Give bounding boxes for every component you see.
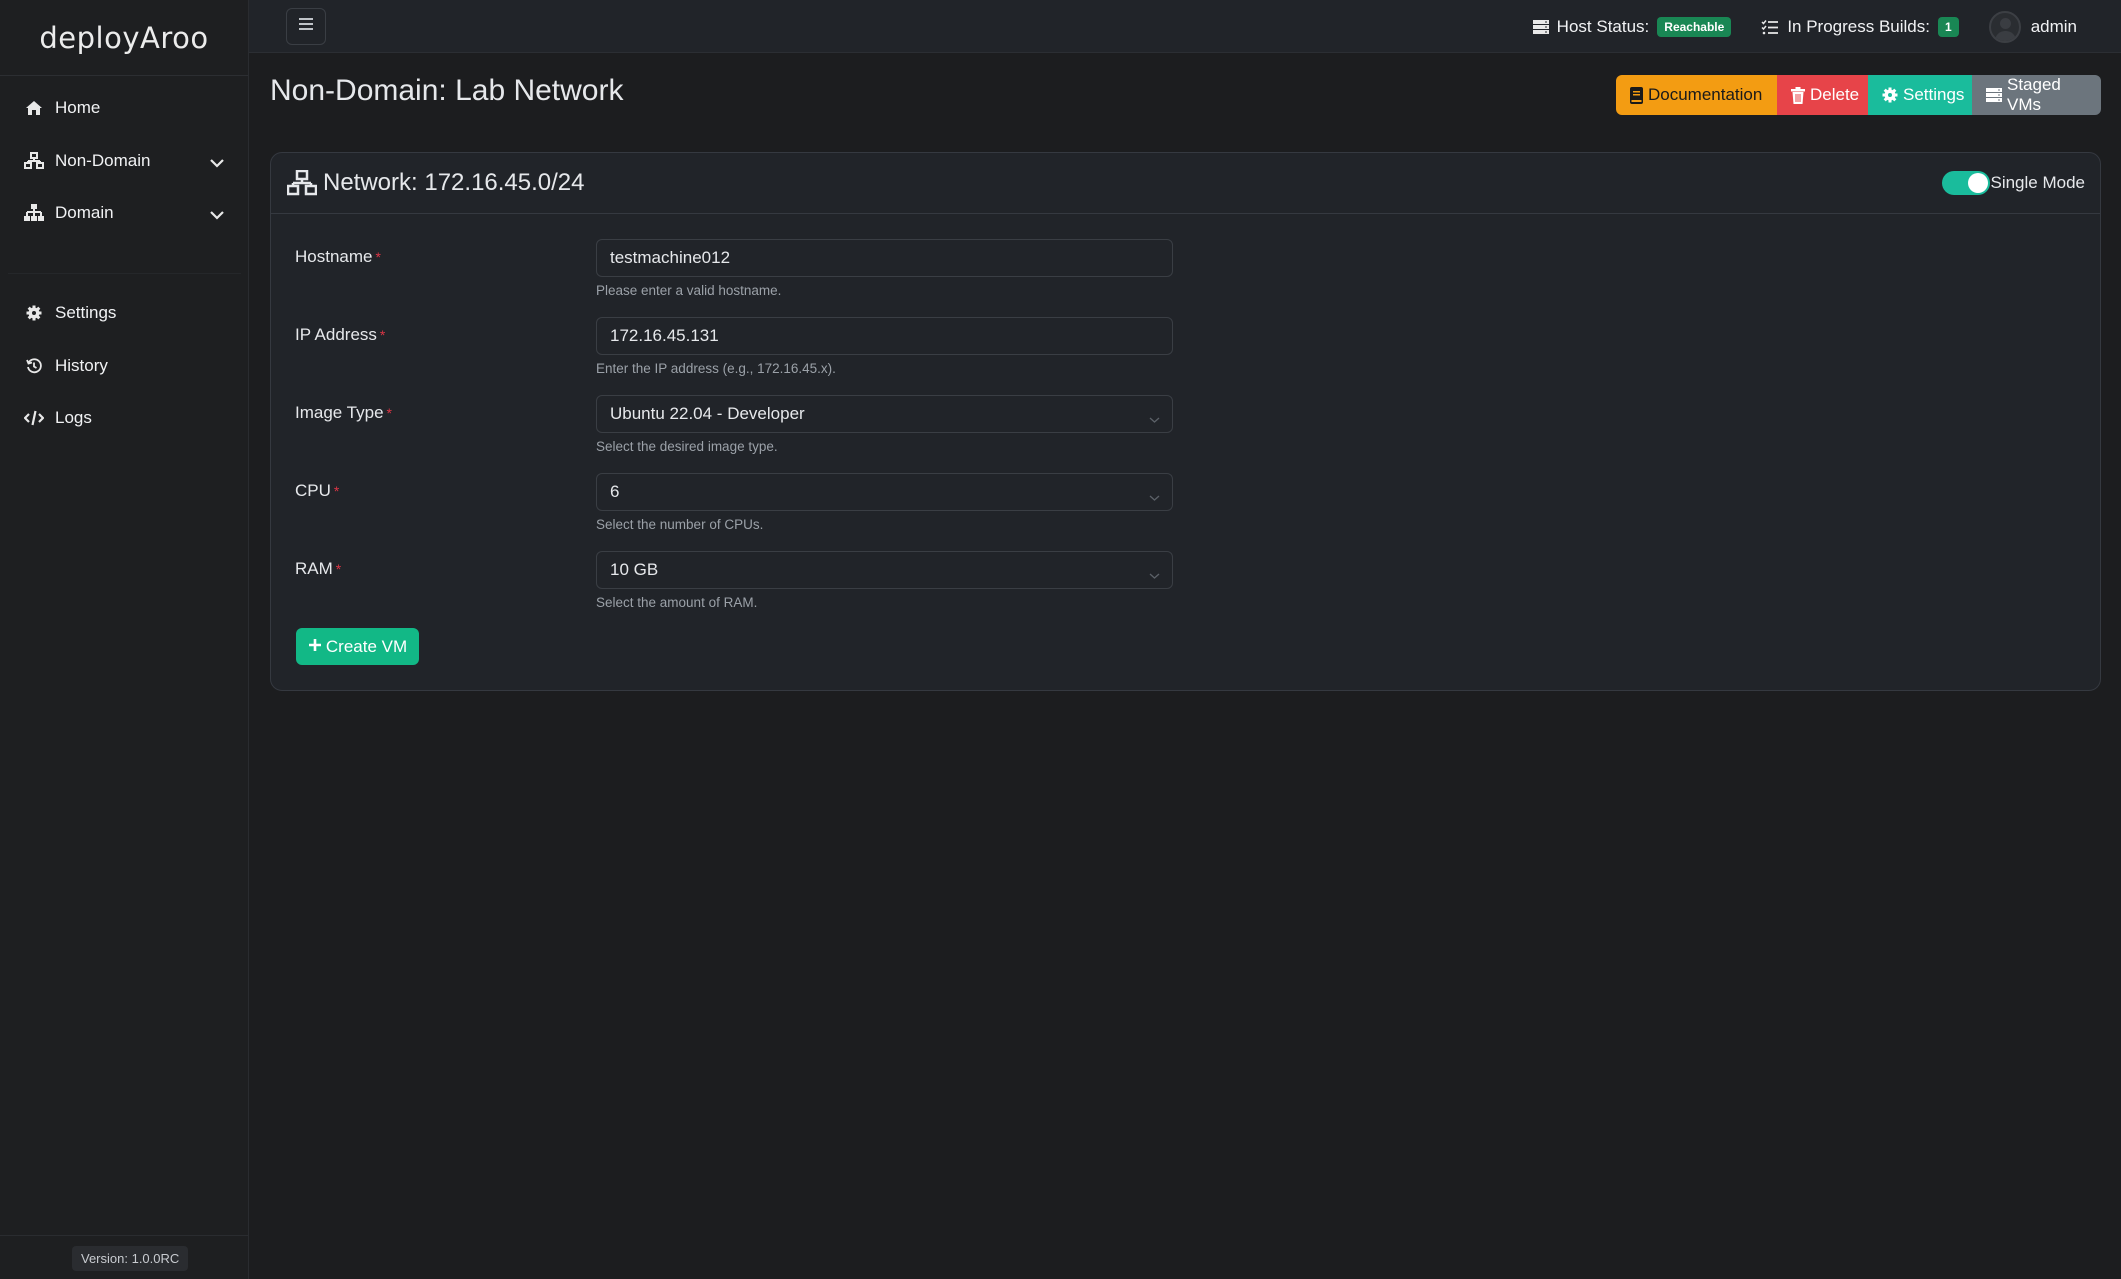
ram-label: RAM * <box>295 559 342 578</box>
book-icon <box>1630 86 1643 104</box>
logo[interactable]: deployAroo <box>0 0 248 76</box>
documentation-button[interactable]: Documentation <box>1616 75 1777 115</box>
network-icon <box>287 170 317 196</box>
create-vm-button[interactable]: Create VM <box>296 628 419 665</box>
cpu-select[interactable]: 6 <box>596 473 1173 511</box>
sidebar: deployAroo Home Non-Domain Domain Settin… <box>0 0 249 1279</box>
ram-value: 10 GB <box>610 560 659 579</box>
hostname-help: Please enter a valid hostname. <box>596 283 782 298</box>
sidebar-toggle-button[interactable] <box>286 8 326 45</box>
history-icon <box>23 356 45 376</box>
host-status: Host Status: Reachable <box>1532 16 1732 37</box>
ram-select[interactable]: 10 GB <box>596 551 1173 589</box>
settings-button[interactable]: Settings <box>1868 75 1972 115</box>
sidebar-item-label: Settings <box>55 303 117 322</box>
server-icon <box>1986 87 2002 103</box>
topbar: Host Status: Reachable In Progress Build… <box>249 0 2121 53</box>
delete-label: Delete <box>1810 85 1860 104</box>
sidebar-footer-divider <box>0 1235 249 1236</box>
hostname-input[interactable] <box>596 239 1173 277</box>
tasks-icon <box>1761 19 1779 35</box>
settings-label: Settings <box>1903 85 1965 104</box>
chevron-down-icon[interactable] <box>209 205 225 225</box>
sidebar-item-home[interactable]: Home <box>0 86 249 130</box>
ram-help: Select the amount of RAM. <box>596 595 758 610</box>
sidebar-item-label: Non-Domain <box>55 151 151 170</box>
sidebar-divider <box>8 273 241 274</box>
in-progress-builds[interactable]: In Progress Builds: 1 <box>1761 16 1959 37</box>
cpu-value: 6 <box>610 482 620 501</box>
server-icon <box>1532 19 1549 35</box>
documentation-label: Documentation <box>1648 85 1763 104</box>
host-status-label: Host Status: <box>1556 16 1650 36</box>
logo-text: deployAroo <box>39 20 209 55</box>
builds-count-badge: 1 <box>1938 16 1959 37</box>
code-icon <box>23 408 45 428</box>
sidebar-item-label: History <box>55 356 108 375</box>
sidebar-item-history[interactable]: History <box>0 344 249 388</box>
sidebar-item-non-domain[interactable]: Non-Domain <box>0 139 249 183</box>
page-title: Non-Domain: Lab Network <box>270 74 624 107</box>
delete-button[interactable]: Delete <box>1777 75 1868 115</box>
ip-address-help: Enter the IP address (e.g., 172.16.45.x)… <box>596 361 836 376</box>
image-type-value: Ubuntu 22.04 - Developer <box>610 404 805 423</box>
network-icon <box>23 151 45 171</box>
builds-label: In Progress Builds: <box>1787 16 1930 36</box>
chevron-down-icon <box>1149 409 1160 429</box>
create-vm-label: Create VM <box>325 636 408 656</box>
gear-icon <box>1882 87 1898 103</box>
trash-icon <box>1791 86 1805 104</box>
staged-vms-button[interactable]: Staged VMs <box>1972 75 2101 115</box>
network-card: Network: 172.16.45.0/24 Single Mode Host… <box>270 152 2101 691</box>
cpu-help: Select the number of CPUs. <box>596 517 764 532</box>
plus-icon <box>308 635 322 658</box>
toggle-switch[interactable] <box>1942 171 1991 195</box>
ip-address-label: IP Address * <box>295 325 386 344</box>
chevron-down-icon <box>1149 487 1160 507</box>
sidebar-item-label: Domain <box>55 203 114 222</box>
gear-icon <box>23 303 45 323</box>
avatar[interactable] <box>1988 10 2021 43</box>
chevron-down-icon <box>1149 565 1160 585</box>
image-type-label: Image Type * <box>295 403 392 422</box>
toggle-label: Single Mode <box>1990 173 2085 192</box>
sidebar-item-settings[interactable]: Settings <box>0 291 249 335</box>
card-title: Network: 172.16.45.0/24 <box>323 169 585 196</box>
sidebar-item-label: Logs <box>55 408 92 427</box>
home-icon <box>23 98 45 118</box>
single-mode-toggle[interactable]: Single Mode <box>1942 171 2085 195</box>
hostname-label: Hostname * <box>295 247 381 266</box>
chevron-down-icon[interactable] <box>209 153 225 173</box>
hamburger-icon <box>298 17 314 36</box>
sitemap-icon <box>23 203 45 223</box>
card-header: Network: 172.16.45.0/24 Single Mode <box>271 153 2100 214</box>
ip-address-input[interactable] <box>596 317 1173 355</box>
cpu-label: CPU * <box>295 481 340 500</box>
host-status-badge: Reachable <box>1657 16 1732 37</box>
sidebar-item-logs[interactable]: Logs <box>0 396 249 440</box>
image-type-help: Select the desired image type. <box>596 439 778 454</box>
image-type-select[interactable]: Ubuntu 22.04 - Developer <box>596 395 1173 433</box>
sidebar-item-label: Home <box>55 98 101 117</box>
user-menu[interactable]: admin <box>2031 17 2077 37</box>
staged-vms-label: Staged VMs <box>2007 75 2061 114</box>
sidebar-item-domain[interactable]: Domain <box>0 191 249 235</box>
page-actions: Documentation Delete Settings Staged VMs <box>1616 75 2101 115</box>
version-badge: Version: 1.0.0RC <box>72 1246 189 1271</box>
